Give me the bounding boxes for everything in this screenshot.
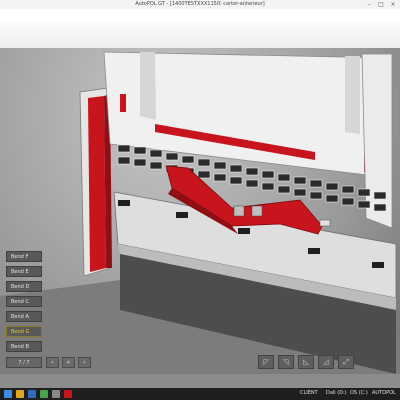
tray-item-os-drive[interactable]: OS (C:) — [350, 390, 368, 396]
window-title: AutoPOL GT - [1400TESTXXX1150: carter-an… — [135, 1, 265, 7]
bottom-panel — [0, 374, 400, 388]
press-brake-model — [0, 51, 400, 374]
taskbar: CLIENT Dali (D:) OS (C:) AUTOPOL — [0, 388, 400, 400]
maximize-icon[interactable]: □ — [376, 1, 386, 8]
toolbar — [0, 9, 400, 22]
zoom-fit-icon[interactable]: ⤢ — [338, 355, 354, 369]
page-indicator: 7 / 7 — [6, 357, 42, 368]
bend-list: Bend F Bend E Bend D Bend C Bend A Bend … — [6, 251, 42, 356]
app-icon-2[interactable] — [52, 390, 60, 398]
view-right-icon[interactable]: ◿ — [318, 355, 334, 369]
ribbon-area — [0, 22, 400, 50]
3d-viewport[interactable] — [0, 48, 400, 374]
view-top-icon[interactable]: ◺ — [298, 355, 314, 369]
next-step-icon[interactable]: › — [78, 357, 91, 368]
first-step-icon[interactable]: ‹ — [46, 357, 59, 368]
bend-item-a[interactable]: Bend A — [6, 311, 42, 322]
previous-step-icon[interactable]: « — [62, 357, 75, 368]
minimize-icon[interactable]: – — [364, 1, 374, 8]
tray-item-autopol[interactable]: AUTOPOL — [372, 390, 396, 396]
bend-item-c[interactable]: Bend C — [6, 296, 42, 307]
view-left-icon[interactable]: ◸ — [258, 355, 274, 369]
view-front-icon[interactable]: ◹ — [278, 355, 294, 369]
bend-item-f[interactable]: Bend F — [6, 251, 42, 262]
bend-item-g[interactable]: Bend G — [6, 326, 42, 337]
tray-item-data-drive[interactable]: Dali (D:) — [326, 390, 347, 396]
windows-start-icon[interactable] — [4, 390, 12, 398]
close-icon[interactable]: × — [388, 1, 398, 8]
explorer-icon[interactable] — [16, 390, 24, 398]
bend-item-e[interactable]: Bend E — [6, 266, 42, 277]
bend-item-b[interactable]: Bend B — [6, 341, 42, 352]
tray-item-client[interactable]: CLIENT — [300, 390, 318, 396]
app-icon[interactable] — [40, 390, 48, 398]
browser-icon[interactable] — [28, 390, 36, 398]
bend-item-d[interactable]: Bend D — [6, 281, 42, 292]
autopol-taskbar-icon[interactable] — [64, 390, 72, 398]
